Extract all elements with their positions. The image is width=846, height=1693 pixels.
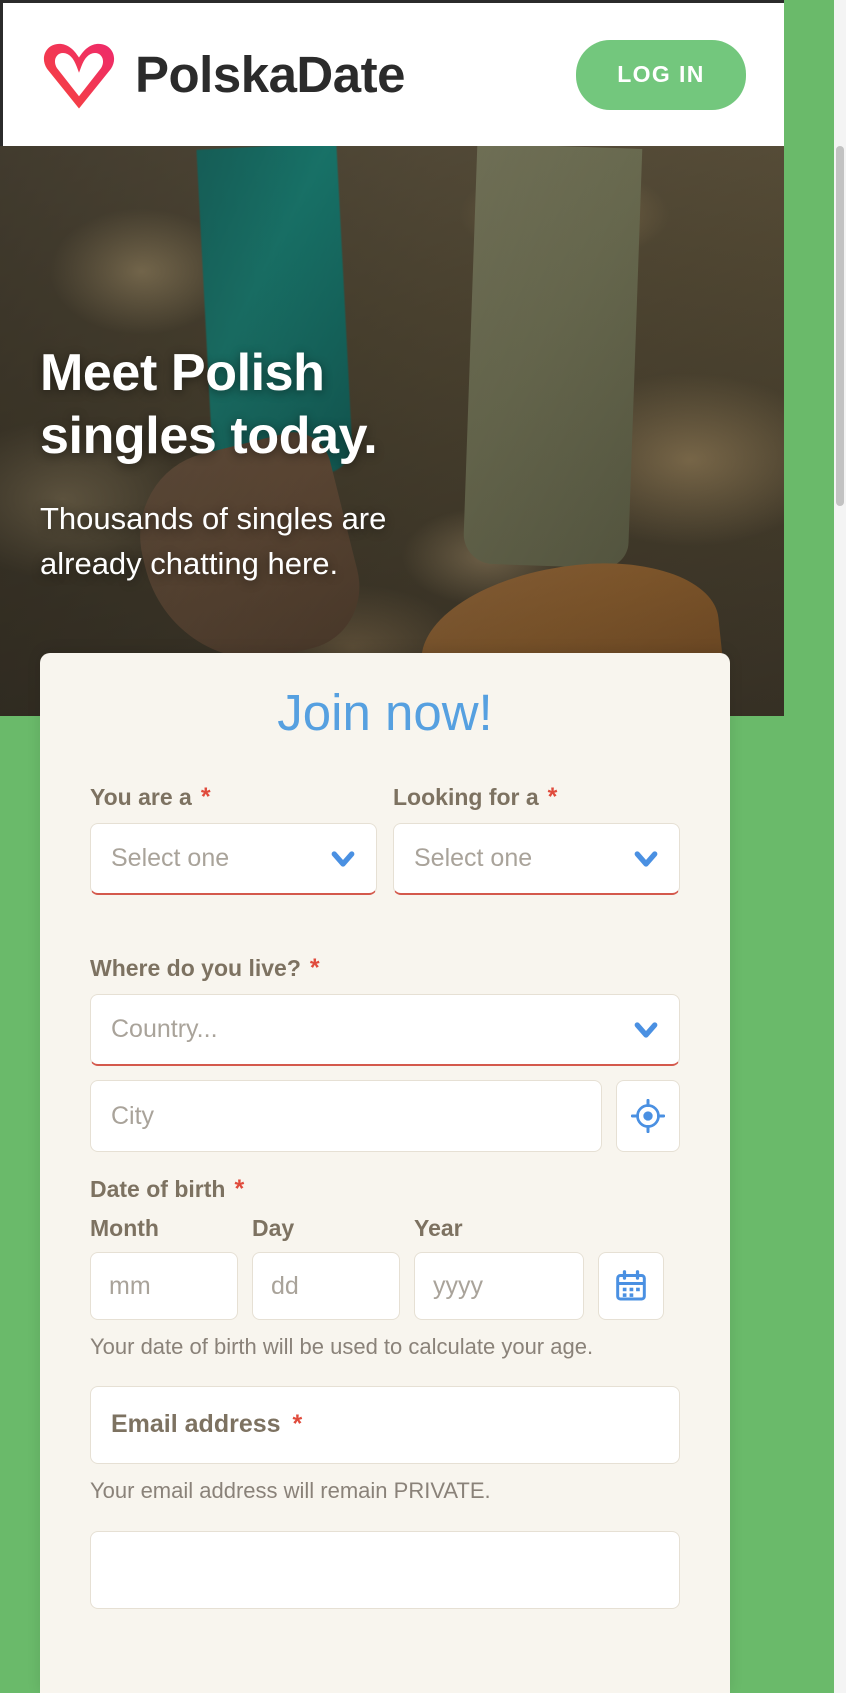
gender-preference-row: You are a * Select one Looking for a * S…	[90, 784, 680, 895]
brand-name: PolskaDate	[135, 46, 405, 103]
city-input-wrapper[interactable]	[90, 1080, 602, 1152]
you-are-a-field: You are a * Select one	[90, 784, 377, 895]
email-field-group: Email address * Your email address will …	[90, 1385, 680, 1506]
year-column-header: Year	[414, 1215, 463, 1241]
hero-subtitle: Thousands of singles are already chattin…	[40, 497, 386, 587]
heart-logo-icon	[43, 43, 115, 108]
email-help-text: Your email address will remain PRIVATE.	[90, 1477, 491, 1503]
looking-for-a-select-value: Select one	[414, 844, 533, 872]
you-are-a-select-value: Select one	[111, 844, 230, 872]
hero-title: Meet Polish singles today.	[40, 342, 386, 469]
hero-subtitle-line-2: already chatting here.	[40, 545, 339, 581]
chevron-down-icon	[634, 1021, 658, 1038]
where-do-you-live-label: Where do you live? *	[90, 955, 680, 982]
date-of-birth-inputs-row	[90, 1252, 680, 1320]
hero-section: Meet Polish singles today. Thousands of …	[0, 146, 784, 716]
join-now-title: Join now!	[277, 684, 493, 741]
country-select[interactable]: Country...	[90, 994, 680, 1066]
hero-title-line-1: Meet Polish	[40, 344, 325, 402]
page-scrollbar-thumb[interactable]	[836, 146, 844, 506]
page-scrollbar-track[interactable]	[834, 0, 846, 1693]
page-root: PolskaDate LOG IN Meet Polish singles to…	[0, 0, 784, 1693]
required-asterisk: *	[200, 783, 211, 811]
date-of-birth-help-text: Your date of birth will be used to calcu…	[90, 1334, 594, 1359]
looking-for-a-field: Looking for a * Select one	[393, 784, 680, 895]
brand-logo[interactable]: PolskaDate	[41, 37, 405, 113]
you-are-a-label-text: You are a	[90, 784, 192, 810]
login-button[interactable]: LOG IN	[576, 39, 746, 110]
location-field-group: Where do you live? * Country...	[90, 955, 680, 1152]
email-address-label: Email address	[111, 1410, 281, 1439]
required-asterisk: *	[292, 1410, 303, 1439]
day-input-wrapper[interactable]	[252, 1252, 400, 1320]
signup-form-card: Join now! You are a * Select one Looking…	[40, 653, 730, 1693]
site-header: PolskaDate LOG IN	[0, 0, 784, 146]
looking-for-a-label-text: Looking for a	[393, 784, 539, 810]
calendar-icon	[616, 1270, 646, 1301]
date-of-birth-headers: Month Day Year	[90, 1215, 680, 1242]
month-input[interactable]	[109, 1271, 219, 1301]
geolocate-button[interactable]	[616, 1080, 680, 1152]
month-input-wrapper[interactable]	[90, 1252, 238, 1320]
calendar-picker-button[interactable]	[598, 1252, 664, 1320]
you-are-a-label: You are a *	[90, 784, 377, 811]
year-input-wrapper[interactable]	[414, 1252, 584, 1320]
required-asterisk: *	[234, 1175, 245, 1203]
chevron-down-icon	[331, 850, 355, 867]
required-asterisk: *	[547, 783, 558, 811]
country-select-value: Country...	[111, 1015, 218, 1043]
year-input[interactable]	[433, 1271, 565, 1301]
email-input-wrapper[interactable]: Email address *	[90, 1385, 680, 1464]
month-column-header: Month	[90, 1215, 159, 1241]
city-input[interactable]	[111, 1101, 581, 1131]
chevron-down-icon	[634, 850, 658, 867]
looking-for-a-label: Looking for a *	[393, 784, 680, 811]
date-of-birth-group: Date of birth * Month Day Year mm dd yyy…	[90, 1176, 680, 1362]
day-input[interactable]	[271, 1271, 381, 1301]
hero-subtitle-line-1: Thousands of singles are	[40, 500, 387, 536]
looking-for-a-select[interactable]: Select one	[393, 823, 680, 895]
day-column-header: Day	[252, 1215, 295, 1241]
hero-copy: Meet Polish singles today. Thousands of …	[40, 342, 386, 587]
hero-title-line-2: singles today.	[40, 407, 378, 466]
date-of-birth-label-text: Date of birth	[90, 1176, 226, 1202]
where-do-you-live-label-text: Where do you live?	[90, 955, 301, 981]
next-field-partial[interactable]	[90, 1531, 680, 1610]
crosshair-location-icon	[631, 1099, 665, 1133]
date-of-birth-label: Date of birth *	[90, 1176, 680, 1203]
city-row	[90, 1080, 680, 1152]
you-are-a-select[interactable]: Select one	[90, 823, 377, 895]
required-asterisk: *	[309, 954, 320, 982]
